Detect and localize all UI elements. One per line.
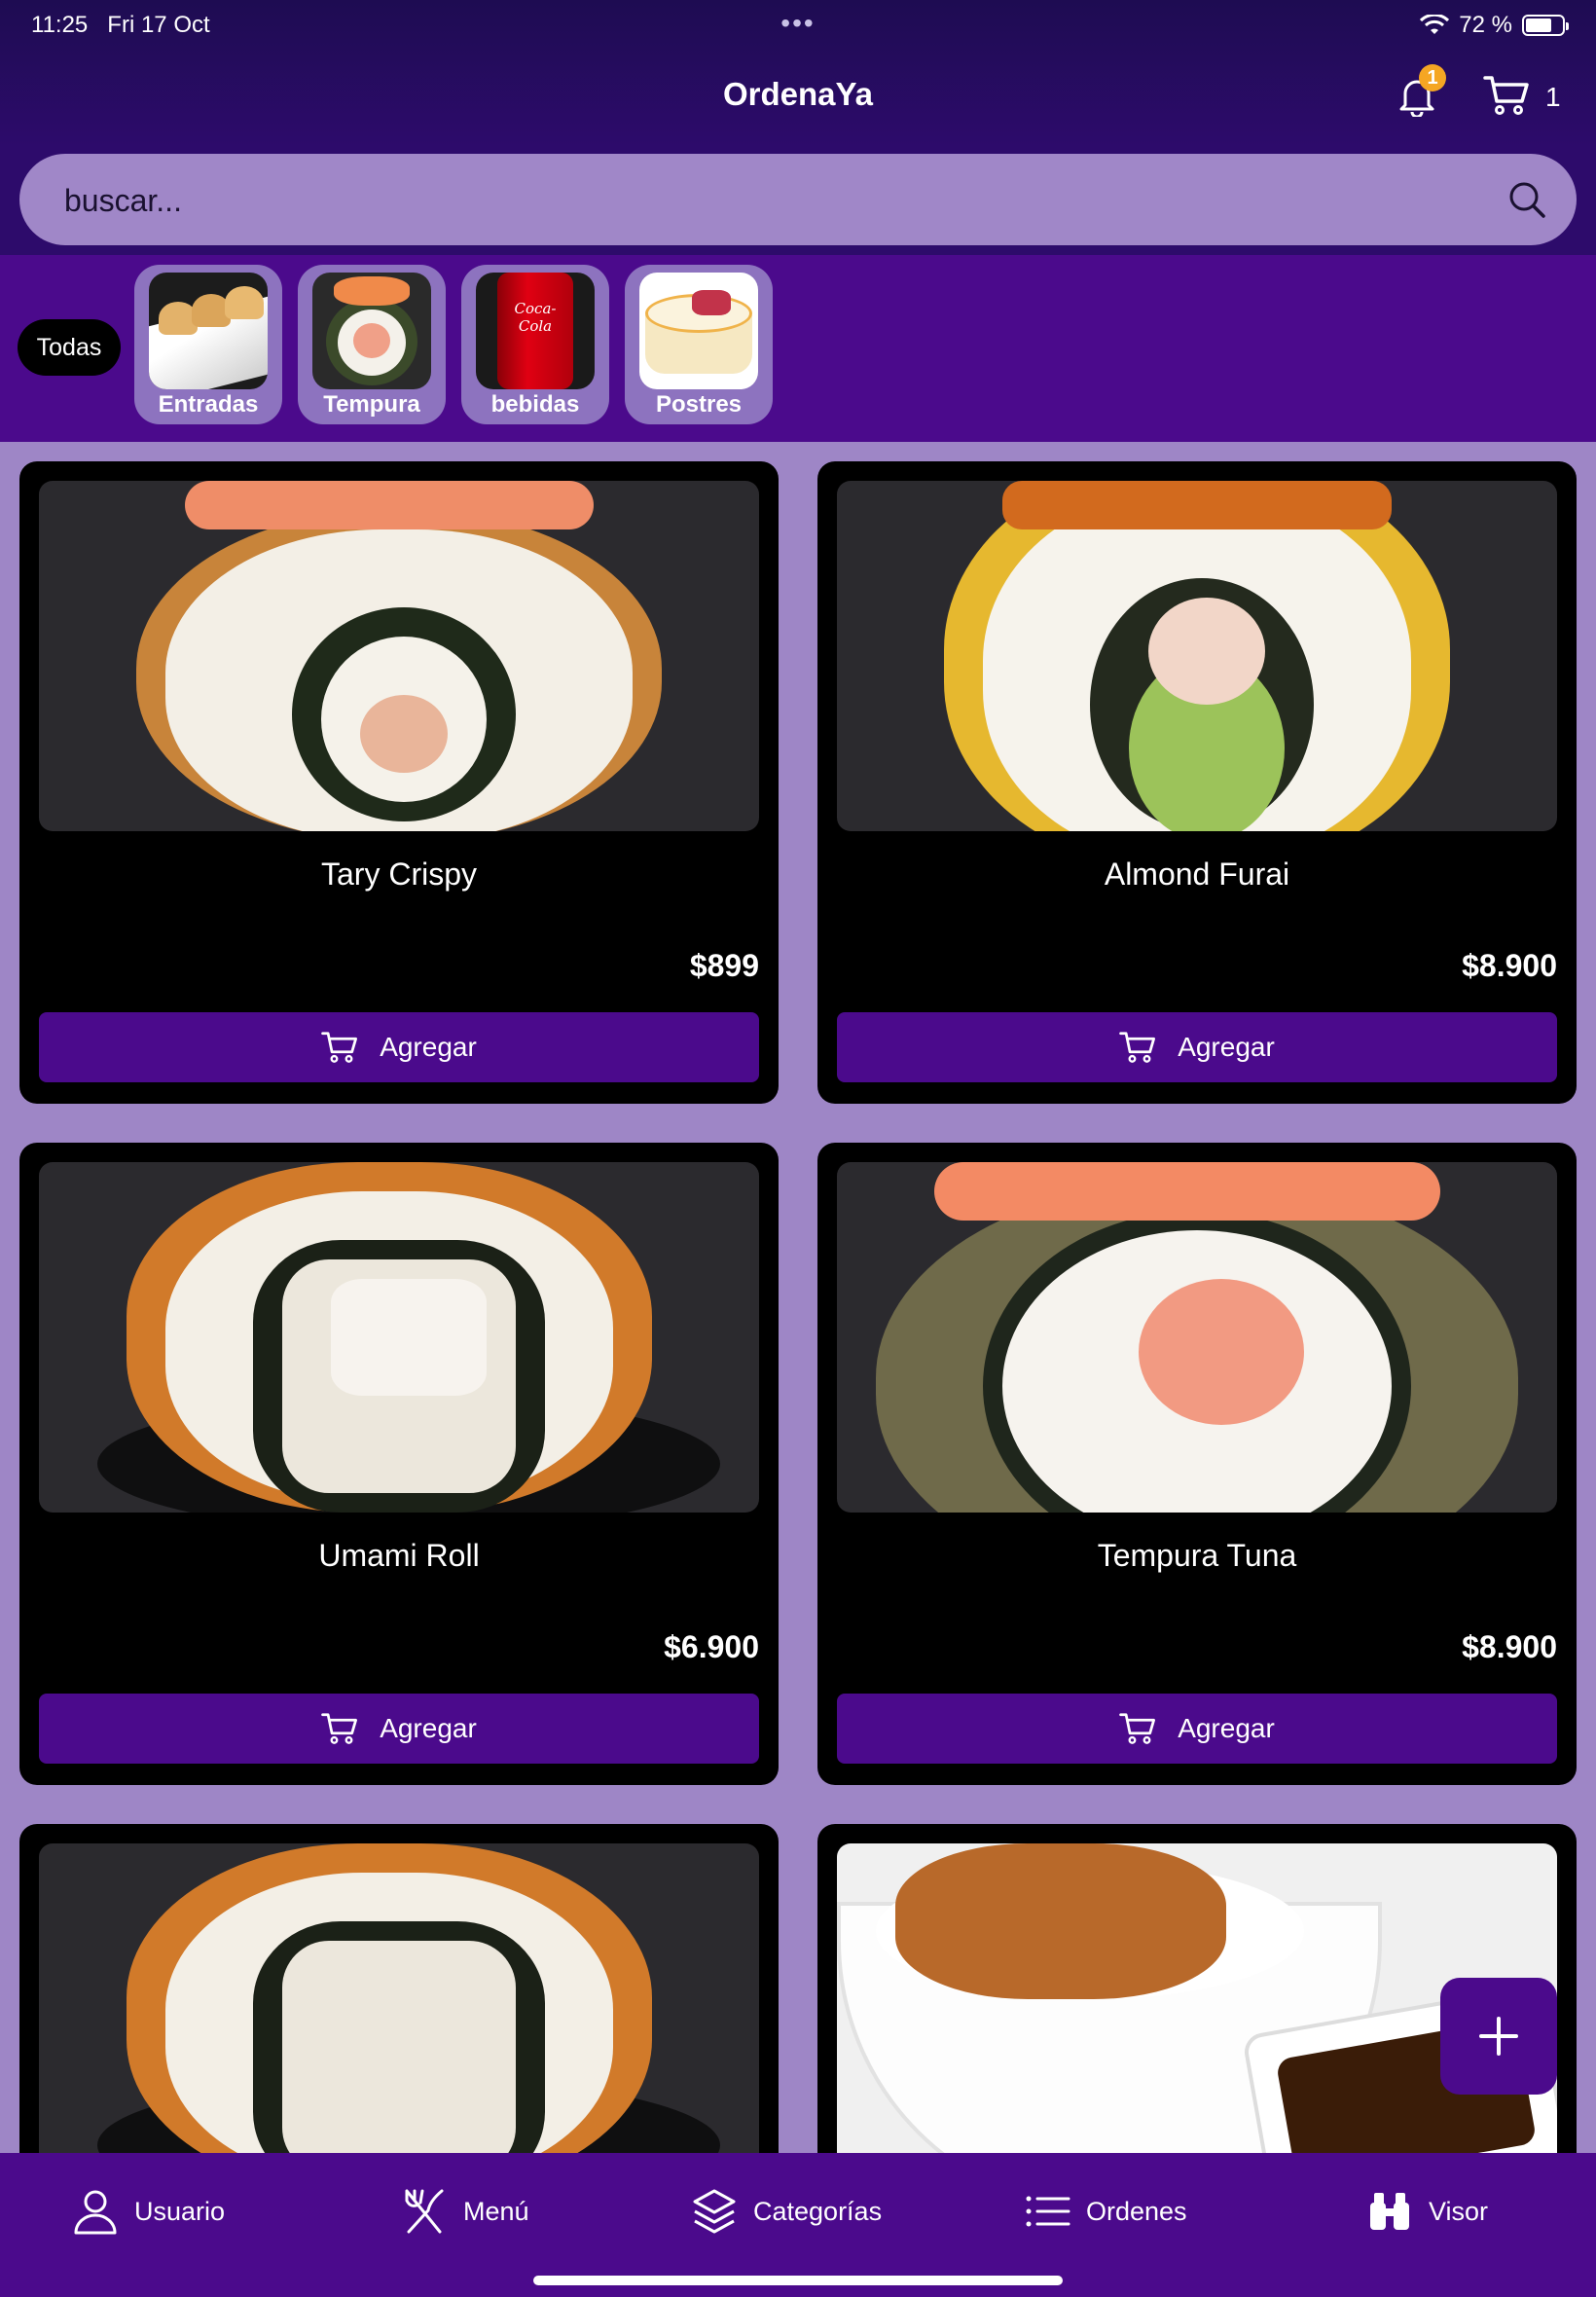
product-image: [837, 481, 1557, 831]
product-name: Tempura Tuna: [1097, 1538, 1297, 1573]
list-icon: [1026, 2196, 1070, 2227]
multitask-dots[interactable]: •••: [780, 8, 815, 39]
product-price: $899: [689, 948, 759, 983]
category-image-entradas: [149, 273, 268, 389]
layers-icon: [693, 2189, 736, 2234]
search-bar-container: buscar...: [0, 146, 1596, 255]
search-input[interactable]: buscar...: [19, 154, 1577, 245]
product-name: Umami Roll: [318, 1538, 480, 1573]
category-tempura[interactable]: Tempura: [298, 265, 446, 424]
cart-icon[interactable]: [1483, 74, 1530, 117]
nav-item-categorias[interactable]: Categorías: [691, 2184, 882, 2239]
product-name: Almond Furai: [1104, 857, 1290, 892]
cart-icon: [1119, 1032, 1156, 1063]
product-card[interactable]: Tempura Tuna $8.900 Agregar: [817, 1143, 1577, 1785]
category-postres[interactable]: Postres: [625, 265, 773, 424]
product-image: [837, 1162, 1557, 1513]
app-title: OrdenaYa: [722, 76, 874, 112]
bottom-nav: Usuario Menú Categorías Ordenes Visor: [0, 2153, 1596, 2297]
category-bar: Todas Entradas Tempura Coca-Cola bebidas: [0, 255, 1596, 442]
product-image: [39, 481, 759, 831]
category-label: Tempura: [323, 391, 420, 418]
cart-icon: [321, 1032, 358, 1063]
status-right: 72 %: [1420, 12, 1569, 39]
add-button-label: Agregar: [380, 1713, 477, 1743]
utensils-icon: [405, 2189, 444, 2234]
nav-label: Visor: [1429, 2196, 1489, 2226]
battery-percent: 72 %: [1459, 12, 1512, 38]
product-price: $6.900: [664, 1629, 759, 1664]
nav-item-ordenes[interactable]: Ordenes: [1024, 2184, 1187, 2239]
product-image: [39, 1162, 759, 1513]
add-to-cart-button[interactable]: Agregar: [39, 1694, 759, 1764]
add-button-label: Agregar: [1178, 1032, 1275, 1062]
status-time: 11:25 Fri 17 Oct: [31, 12, 210, 38]
category-entradas[interactable]: Entradas: [134, 265, 282, 424]
category-label: bebidas: [490, 391, 580, 418]
add-button-label: Agregar: [1178, 1713, 1275, 1743]
battery-icon: [1522, 15, 1569, 36]
category-label: Entradas: [158, 391, 259, 418]
add-to-cart-button[interactable]: Agregar: [837, 1694, 1557, 1764]
status-bar: 11:25 Fri 17 Oct ••• 72 %: [31, 8, 1569, 39]
category-bebidas[interactable]: Coca-Cola bebidas: [461, 265, 609, 424]
nav-label: Usuario: [134, 2196, 226, 2226]
add-fab-button[interactable]: [1440, 1978, 1557, 2095]
top-bar: 11:25 Fri 17 Oct ••• 72 % OrdenaYa 1 1: [0, 0, 1596, 146]
product-image: [39, 1843, 759, 2194]
category-image-tempura: [312, 273, 431, 389]
category-label: Postres: [655, 391, 743, 418]
nav-label: Menú: [463, 2196, 529, 2226]
search-icon[interactable]: [1506, 179, 1547, 220]
cart-count: 1: [1545, 82, 1561, 112]
add-to-cart-button[interactable]: Agregar: [39, 1012, 759, 1082]
nav-item-usuario[interactable]: Usuario: [72, 2184, 225, 2239]
product-name: Tary Crispy: [320, 857, 477, 892]
nav-label: Categorías: [753, 2196, 883, 2226]
search-placeholder: buscar...: [64, 183, 182, 218]
notification-badge: 1: [1419, 64, 1446, 91]
home-indicator: [533, 2276, 1063, 2285]
add-button-label: Agregar: [380, 1032, 477, 1062]
user-icon: [74, 2190, 117, 2235]
category-image-postres: [639, 273, 758, 389]
product-price: $8.900: [1462, 1629, 1557, 1664]
product-card[interactable]: Tary Crispy $899 Agregar: [19, 461, 779, 1104]
add-to-cart-button[interactable]: Agregar: [837, 1012, 1557, 1082]
category-all-chip[interactable]: Todas: [18, 319, 121, 376]
product-card[interactable]: Umami Roll $6.900 Agregar: [19, 1143, 779, 1785]
category-image-bebidas: Coca-Cola: [476, 273, 595, 389]
binoculars-icon: [1370, 2193, 1409, 2230]
cart-icon: [321, 1713, 358, 1744]
wifi-icon: [1420, 15, 1450, 34]
product-card[interactable]: Almond Furai $8.900 Agregar: [817, 461, 1577, 1104]
product-price: $8.900: [1462, 948, 1557, 983]
nav-item-visor[interactable]: Visor: [1366, 2184, 1488, 2239]
plus-icon: [1479, 2017, 1518, 2056]
nav-label: Ordenes: [1086, 2196, 1187, 2226]
cart-icon: [1119, 1713, 1156, 1744]
nav-item-menu[interactable]: Menú: [401, 2184, 529, 2239]
